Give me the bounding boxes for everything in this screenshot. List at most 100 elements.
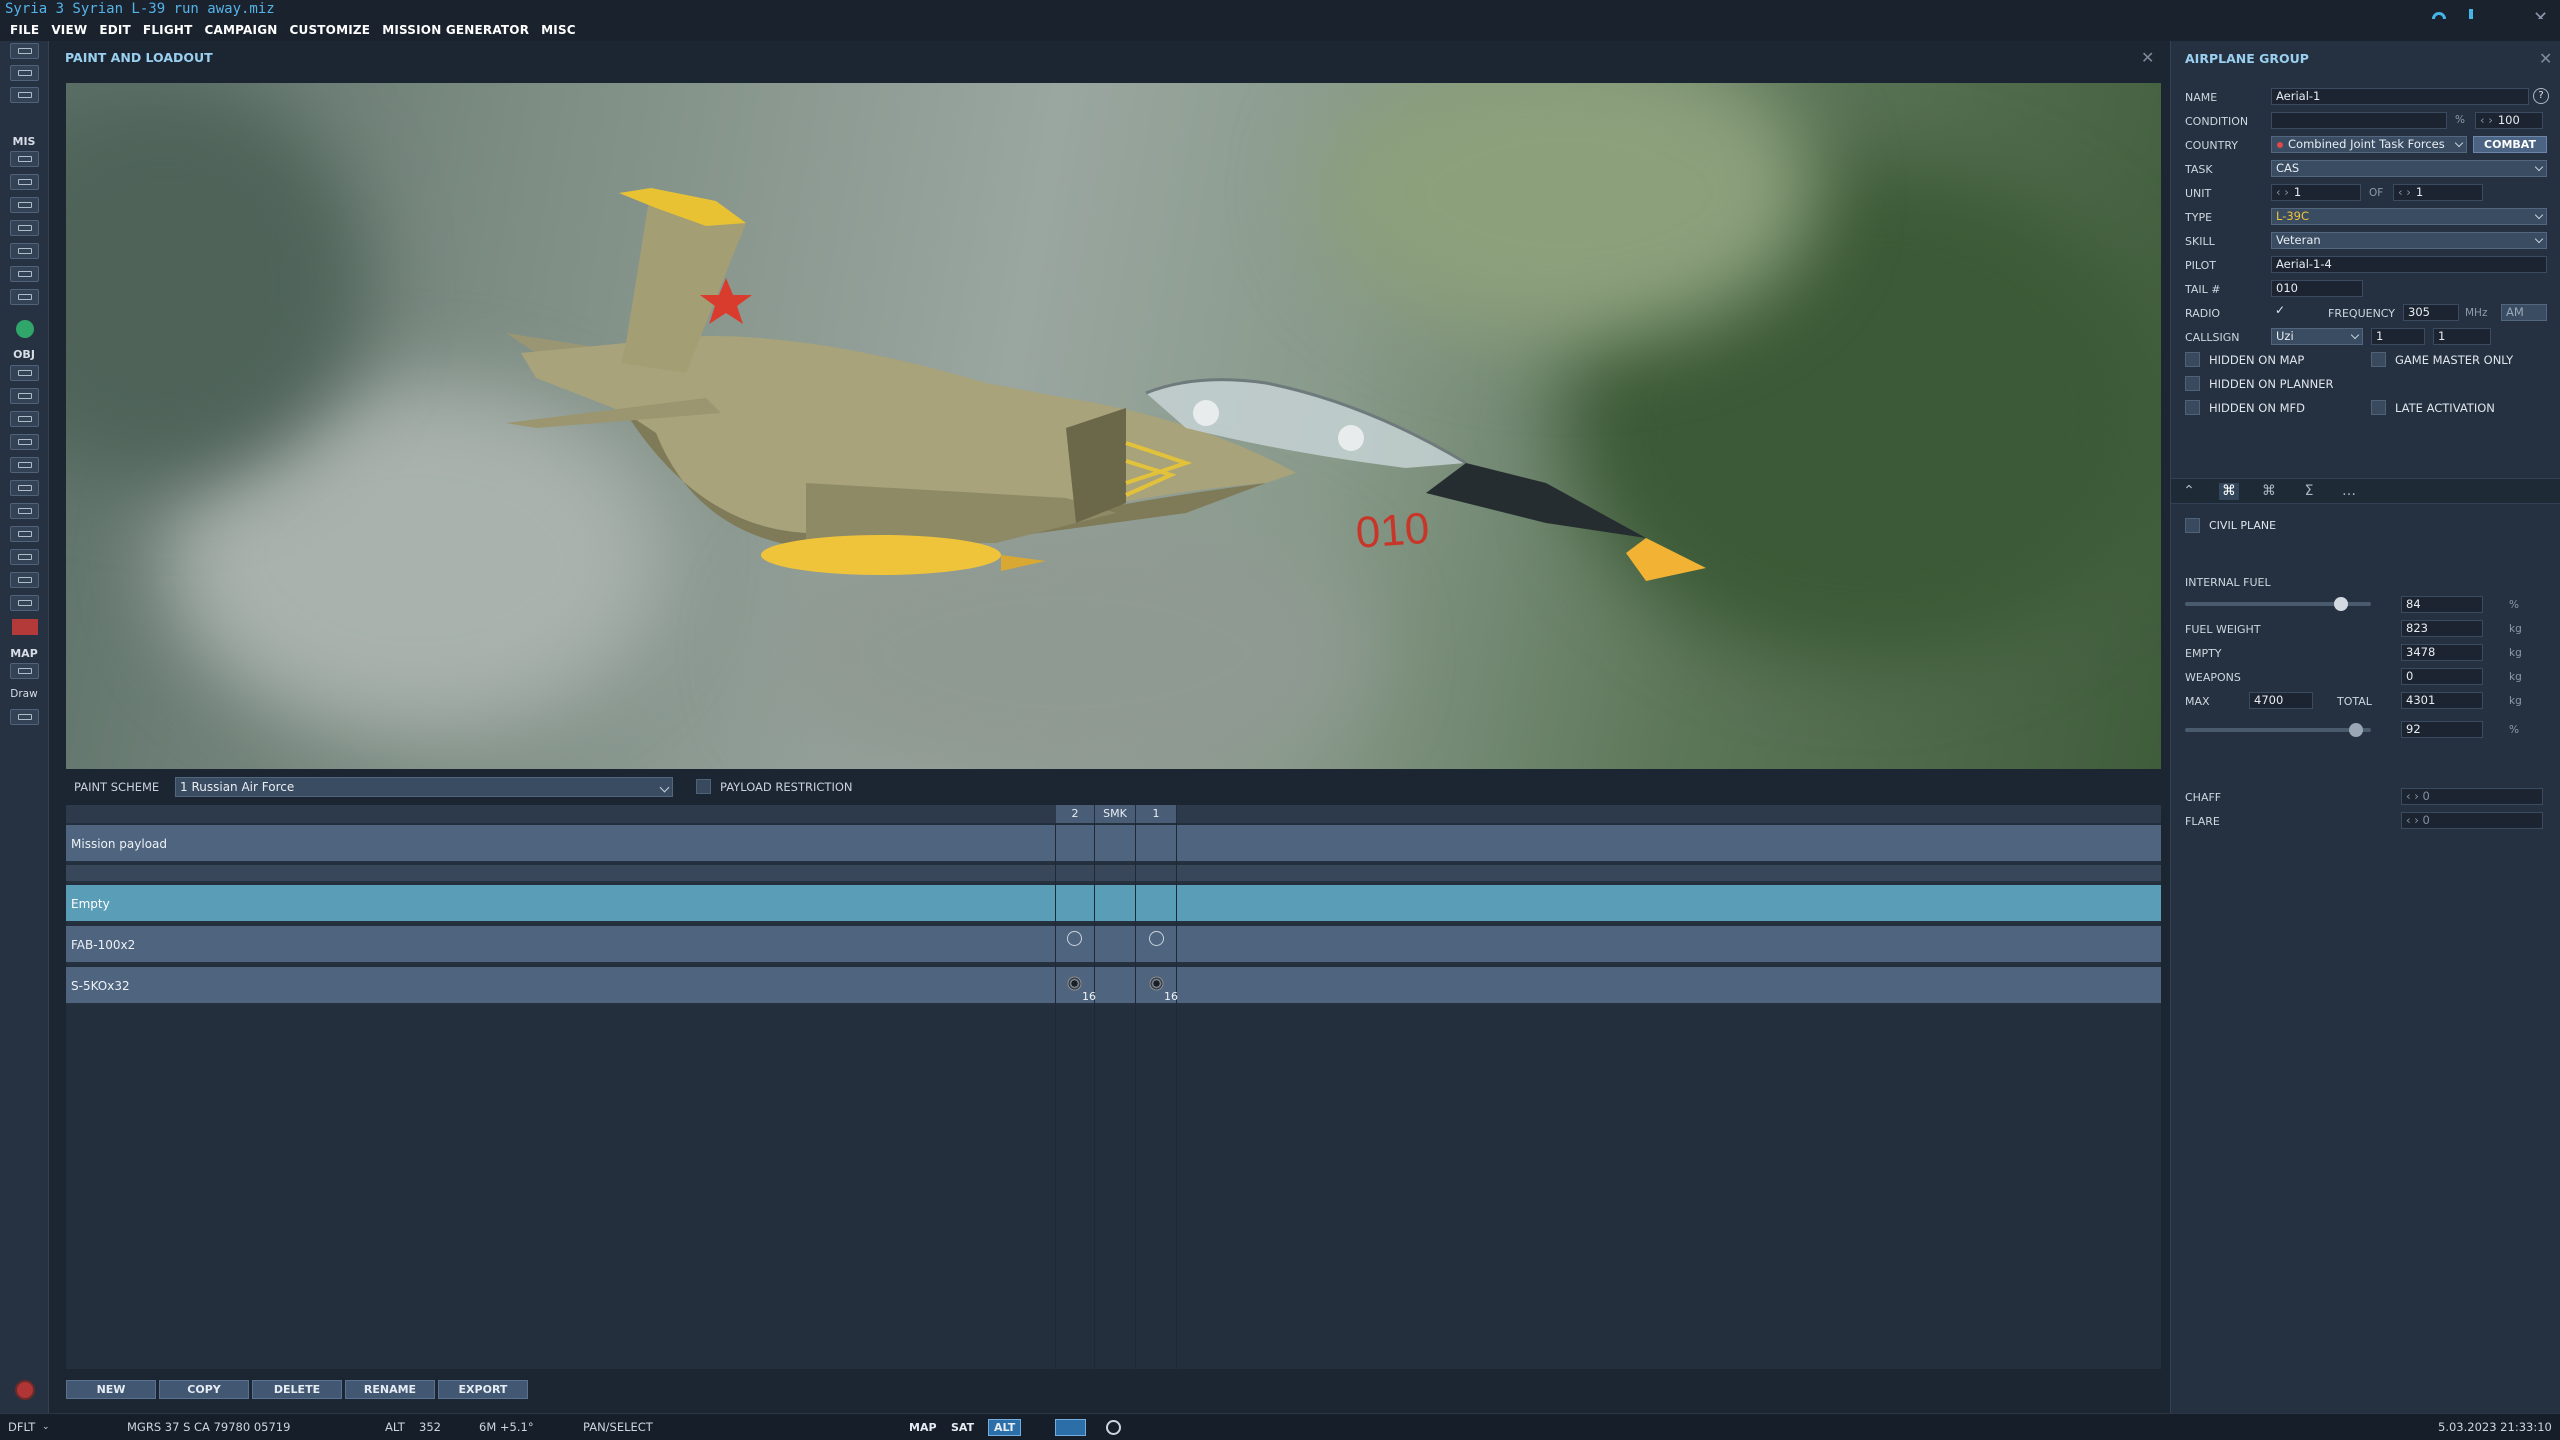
menu-mission-generator[interactable]: MISSION GENERATOR bbox=[382, 23, 529, 37]
name-input[interactable]: Aerial-1 bbox=[2271, 88, 2529, 105]
rocket-pod-icon[interactable] bbox=[1067, 976, 1082, 991]
new-mission-icon[interactable] bbox=[10, 43, 39, 59]
slider-knob[interactable] bbox=[2334, 597, 2349, 611]
route-icon[interactable] bbox=[10, 197, 39, 213]
unit-input[interactable]: ‹ › 1 bbox=[2271, 184, 2361, 201]
slider-knob[interactable] bbox=[2349, 723, 2364, 737]
groups-icon[interactable] bbox=[10, 289, 39, 305]
menu-misc[interactable]: MISC bbox=[541, 23, 576, 37]
copy-button[interactable]: COPY bbox=[159, 1380, 249, 1399]
chaff-input[interactable]: ‹ › 0 bbox=[2401, 788, 2543, 805]
toggle-layers-icon[interactable] bbox=[1055, 1419, 1086, 1436]
hidden-on-mfd-checkbox[interactable] bbox=[2185, 400, 2200, 415]
unit-count-input[interactable]: ‹ › 1 bbox=[2393, 184, 2483, 201]
hidden-on-planner-checkbox[interactable] bbox=[2185, 376, 2200, 391]
tail-input[interactable]: 010 bbox=[2271, 280, 2363, 297]
payload-row-s5ko[interactable]: S-5KOx32 bbox=[66, 967, 2161, 1005]
mission-payload-row[interactable]: Mission payload bbox=[66, 825, 2161, 863]
late-activation-checkbox[interactable] bbox=[2371, 400, 2386, 415]
type-select[interactable]: L-39C bbox=[2271, 208, 2547, 225]
menu-edit[interactable]: EDIT bbox=[99, 23, 131, 37]
stepper-arrows-icon[interactable]: ‹ › bbox=[2276, 185, 2289, 199]
combat-button[interactable]: COMBAT bbox=[2473, 136, 2547, 153]
check-icon[interactable] bbox=[10, 266, 39, 282]
waypoints-tab-icon[interactable]: ⌃ bbox=[2179, 483, 2199, 500]
ground-unit-icon[interactable] bbox=[10, 411, 39, 427]
sat-view-button[interactable]: SAT bbox=[945, 1419, 980, 1436]
aircraft-preview[interactable]: 010 bbox=[66, 83, 2161, 769]
paint-scheme-select[interactable]: 1 Russian Air Force bbox=[175, 777, 673, 797]
payload-row-fab100[interactable]: FAB-100x2 bbox=[66, 926, 2161, 964]
callsign-flight-input[interactable]: 1 bbox=[2371, 328, 2425, 345]
open-mission-icon[interactable] bbox=[10, 65, 39, 81]
bomb-slot-icon[interactable] bbox=[1067, 931, 1082, 946]
ship-icon[interactable] bbox=[10, 434, 39, 450]
modulation-select[interactable]: AM bbox=[2501, 304, 2547, 321]
game-master-only-checkbox[interactable] bbox=[2371, 352, 2386, 367]
shapes-icon[interactable] bbox=[10, 595, 39, 611]
fuel-weight-input[interactable]: 823 bbox=[2401, 620, 2483, 637]
helicopter-icon[interactable] bbox=[10, 388, 39, 404]
delete-button[interactable]: DELETE bbox=[252, 1380, 342, 1399]
airplane-icon[interactable] bbox=[10, 365, 39, 381]
draw-button[interactable]: Draw bbox=[0, 688, 48, 700]
delete-object-icon[interactable] bbox=[12, 619, 38, 635]
trigger-zone-icon[interactable] bbox=[10, 526, 39, 542]
condition-input[interactable]: ‹ › 100 bbox=[2475, 112, 2543, 129]
sigma-tab-icon[interactable]: Σ bbox=[2299, 483, 2319, 500]
weather-icon[interactable] bbox=[10, 174, 39, 190]
target-icon[interactable] bbox=[10, 549, 39, 565]
total-weight-slider[interactable] bbox=[2185, 723, 2371, 737]
more-tab-icon[interactable]: … bbox=[2339, 483, 2359, 500]
stepper-arrows-icon[interactable]: ‹ › bbox=[2480, 113, 2493, 127]
skill-select[interactable]: Veteran bbox=[2271, 232, 2547, 249]
callsign-element-input[interactable]: 1 bbox=[2433, 328, 2491, 345]
payload-tab-icon[interactable]: ⌘ bbox=[2219, 483, 2239, 500]
stepper-arrows-icon[interactable]: ‹ › 0 bbox=[2406, 813, 2430, 827]
navpoint-icon[interactable] bbox=[10, 503, 39, 519]
internal-fuel-slider[interactable] bbox=[2185, 597, 2371, 611]
help-icon[interactable]: ? bbox=[2533, 88, 2549, 104]
map-view-button[interactable]: MAP bbox=[903, 1419, 943, 1436]
hidden-on-map-checkbox[interactable] bbox=[2185, 352, 2200, 367]
bomb-slot-icon[interactable] bbox=[1149, 931, 1164, 946]
ruler-icon[interactable] bbox=[10, 709, 39, 725]
fly-mission-icon[interactable] bbox=[16, 320, 34, 338]
rocket-pod-icon[interactable] bbox=[1149, 976, 1164, 991]
task-select[interactable]: CAS bbox=[2271, 160, 2547, 177]
stepper-arrows-icon[interactable]: ‹ › 0 bbox=[2406, 789, 2430, 803]
export-button[interactable]: EXPORT bbox=[438, 1380, 528, 1399]
exit-icon[interactable] bbox=[15, 1380, 35, 1400]
condition-slider-field[interactable] bbox=[2271, 112, 2447, 129]
radio-check-icon[interactable]: ✓ bbox=[2275, 303, 2285, 317]
menu-flight[interactable]: FLIGHT bbox=[143, 23, 193, 37]
frequency-input[interactable]: 305 bbox=[2403, 304, 2459, 321]
internal-fuel-input[interactable]: 84 bbox=[2401, 596, 2483, 613]
save-mission-icon[interactable] bbox=[10, 87, 39, 103]
paint-loadout-close-icon[interactable]: ✕ bbox=[2141, 48, 2154, 67]
triggers-icon[interactable] bbox=[10, 220, 39, 236]
payload-row-empty[interactable]: Empty bbox=[66, 885, 2161, 923]
menu-customize[interactable]: CUSTOMIZE bbox=[290, 23, 371, 37]
flare-input[interactable]: ‹ › 0 bbox=[2401, 812, 2543, 829]
map-key-icon[interactable] bbox=[10, 663, 39, 679]
airplane-group-close-icon[interactable]: ✕ bbox=[2539, 49, 2552, 68]
template-icon[interactable] bbox=[10, 480, 39, 496]
stepper-arrows-icon[interactable]: ‹ › bbox=[2398, 185, 2411, 199]
unit-list-icon[interactable] bbox=[10, 572, 39, 588]
settings-icon[interactable] bbox=[1106, 1420, 1121, 1435]
menu-file[interactable]: FILE bbox=[10, 23, 39, 37]
rename-button[interactable]: RENAME bbox=[345, 1380, 435, 1399]
summary-tab-icon[interactable]: ⌘ bbox=[2259, 483, 2279, 500]
mission-briefing-icon[interactable] bbox=[10, 151, 39, 167]
civil-plane-checkbox[interactable] bbox=[2185, 518, 2200, 533]
new-button[interactable]: NEW bbox=[66, 1380, 156, 1399]
pilot-input[interactable]: Aerial-1-4 bbox=[2271, 256, 2547, 273]
static-object-icon[interactable] bbox=[10, 457, 39, 473]
payload-restriction-checkbox[interactable] bbox=[696, 779, 711, 794]
resources-icon[interactable] bbox=[10, 243, 39, 259]
menu-view[interactable]: VIEW bbox=[51, 23, 87, 37]
callsign-select[interactable]: Uzi bbox=[2271, 328, 2363, 345]
alt-view-button[interactable]: ALT bbox=[988, 1419, 1022, 1436]
profile-select[interactable]: DFLT bbox=[8, 1420, 35, 1434]
